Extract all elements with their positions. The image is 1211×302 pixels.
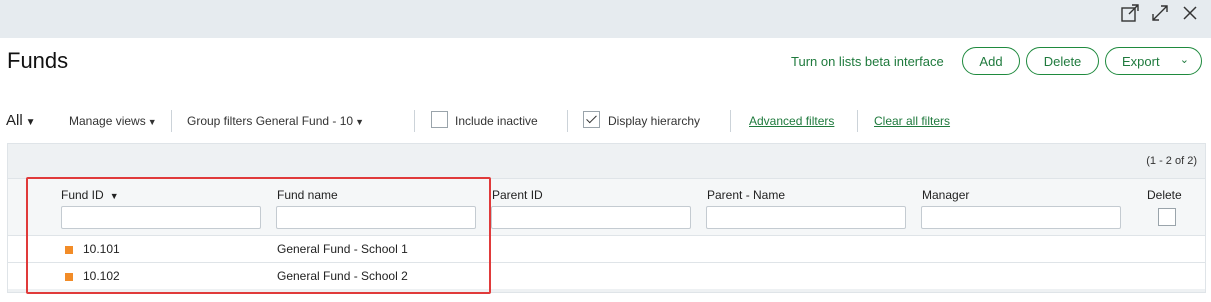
divider [567,110,568,132]
chevron-down-icon: ⌄ [1179,54,1189,66]
column-header-parent-id[interactable]: Parent ID [492,188,543,202]
clear-all-filters-link[interactable]: Clear all filters [874,114,950,128]
record-count: (1 - 2 of 2) [1146,155,1197,167]
group-filters-menu[interactable]: Group filters General Fund - 10 ▼ [187,114,364,128]
manage-views-label: Manage views [69,114,146,128]
export-button[interactable]: Export ⌄ [1105,47,1202,75]
delete-button[interactable]: Delete [1026,47,1099,75]
manager-filter-input[interactable] [921,206,1121,229]
parent-name-filter-input[interactable] [706,206,906,229]
display-hierarchy-label: Display hierarchy [608,114,701,128]
include-inactive-label: Include inactive [455,114,538,128]
open-in-new-window-icon[interactable] [1119,2,1141,24]
beta-interface-link[interactable]: Turn on lists beta interface [791,54,944,69]
caret-down-icon: ▼ [355,117,365,127]
display-hierarchy-checkbox[interactable] [583,111,600,128]
include-inactive-checkbox[interactable] [431,111,448,128]
expand-icon[interactable] [1149,2,1171,24]
select-all-delete-checkbox[interactable] [1158,208,1176,226]
divider [857,110,858,132]
group-filters-label: Group filters [187,114,253,128]
column-header-parent-name[interactable]: Parent - Name [707,188,785,202]
highlight-annotation-box [26,177,491,294]
caret-down-icon: ▼ [147,117,157,127]
advanced-filters-link[interactable]: Advanced filters [749,114,834,128]
export-label: Export [1122,53,1160,69]
group-filters-value: General Fund - 10 [255,114,354,128]
page-title: Funds [7,48,69,73]
view-label: All [6,112,23,129]
window-controls [1119,2,1201,24]
column-header-delete: Delete [1147,188,1182,202]
close-icon[interactable] [1179,2,1201,24]
divider [171,110,172,132]
view-selector[interactable]: All ▼ [6,112,36,129]
parent-id-filter-input[interactable] [491,206,691,229]
top-bar [0,0,1211,38]
column-header-manager[interactable]: Manager [922,188,969,202]
divider [414,110,415,132]
filter-bar: All ▼ Manage views ▼ Group filters General… [0,104,1211,138]
manage-views-menu[interactable]: Manage views ▼ [69,114,157,128]
caret-down-icon: ▼ [25,117,36,128]
add-button[interactable]: Add [962,47,1020,75]
divider [730,110,731,132]
